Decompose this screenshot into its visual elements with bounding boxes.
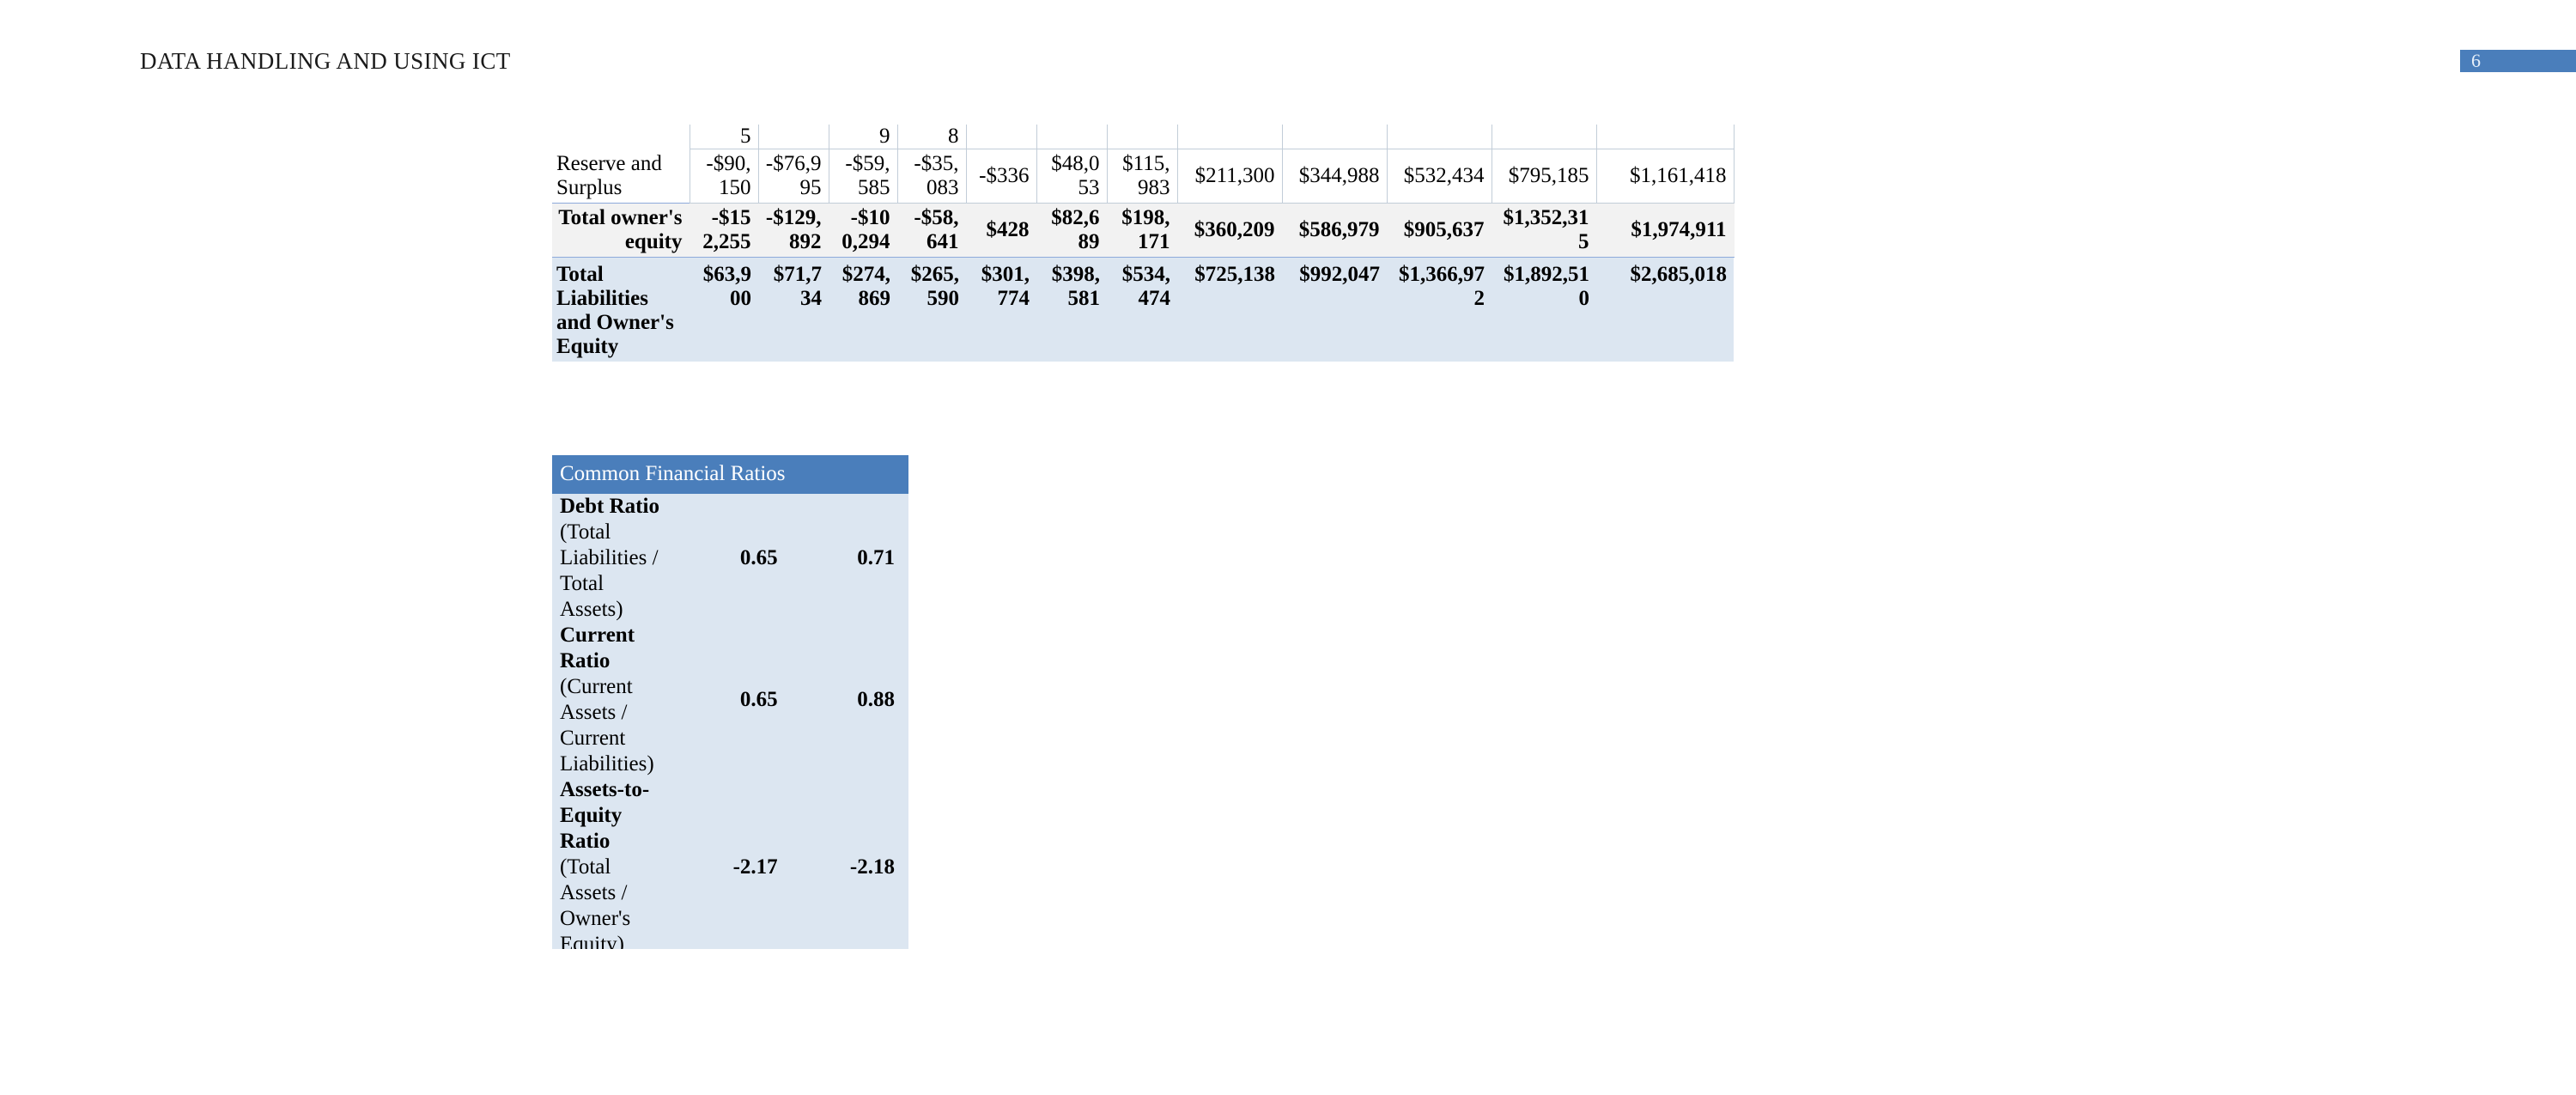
ratios-header-label: Common Financial Ratios [552,455,908,494]
page-number-banner: 6 [2460,50,2576,72]
cell-reserve-11: $1,161,418 [1595,149,1735,204]
cell-continued-6 [1106,125,1178,149]
cell-reserve-9: $532,434 [1386,149,1492,204]
ratio-label-current-ratio: Current Ratio (Current Assets / Current … [552,623,671,777]
cell-continued-8 [1281,125,1388,149]
cell-continued-11 [1595,125,1735,149]
ratio-formula-debt-ratio: (Total Liabilities / Total Assets) [560,520,659,621]
cell-ownerseq-7: $360,209 [1176,203,1283,258]
ratio-title-assets-to-equity-ratio: Assets-to-Equity Ratio [560,777,650,853]
cell-grandtotal-7: $725,138 [1177,257,1282,362]
ratio-label-debt-ratio: Debt Ratio (Total Liabilities / Total As… [552,494,671,623]
cell-grandtotal-2: $274,869 [829,257,897,362]
cell-ownerseq-9: $905,637 [1386,203,1492,258]
cell-reserve-4: -$336 [965,149,1037,204]
ratio-formula-current-ratio: (Current Assets / Current Liabilities) [560,674,654,776]
cell-reserve-10: $795,185 [1491,149,1597,204]
cell-grandtotal-3: $265,590 [897,257,966,362]
cell-grandtotal-5: $398,581 [1036,257,1107,362]
row-label-total-liabilities-and-owners-equity: Total Liabilities and Owner's Equity [552,257,690,362]
cell-reserve-2: -$59,585 [828,149,898,204]
ratio-value1-assets-to-equity-ratio: -2.17 [732,855,778,879]
cell-continued-label [552,125,690,149]
cell-continued-2: 9 [828,125,898,149]
cell-reserve-1: -$76,995 [757,149,829,204]
cell-ownerseq-10: $1,352,315 [1491,203,1597,258]
cell-grandtotal-9: $1,366,972 [1387,257,1492,362]
cell-ownerseq-0: -$152,255 [689,203,759,258]
ratios-header-row: Common Financial Ratios [552,455,908,494]
table-row-reserve-and-surplus: Reserve and Surplus -$90,150 -$76,995 -$… [552,149,1735,204]
table-row-continued: 5 9 8 [552,125,1735,149]
cell-ownerseq-6: $198,171 [1106,203,1178,258]
ratio-label-assets-to-equity-ratio: Assets-to-Equity Ratio (Total Assets / O… [552,777,671,950]
cell-ownerseq-11: $1,974,911 [1595,203,1735,258]
page-title: DATA HANDLING AND USING ICT [140,48,511,74]
cell-ownerseq-8: $586,979 [1281,203,1388,258]
cell-ownerseq-3: -$58,641 [896,203,967,258]
cell-reserve-6: $115,983 [1106,149,1178,204]
cell-continued-1 [757,125,829,149]
ratio-value2-assets-to-equity-ratio: -2.18 [849,855,895,879]
cell-grandtotal-1: $71,734 [758,257,829,362]
cell-reserve-0: -$90,150 [689,149,759,204]
ratio-row-current-ratio: Current Ratio (Current Assets / Current … [552,623,908,777]
balance-sheet-table: 5 9 8 Reserve and Surplus -$90,150 -$76,… [552,125,1735,362]
ratio-value1-current-ratio: 0.65 [739,687,778,711]
cell-continued-3: 8 [896,125,967,149]
ratio-formula-assets-to-equity-ratio: (Total Assets / Owner's Equity) [560,855,631,950]
cell-ownerseq-1: -$129,892 [757,203,829,258]
cell-grandtotal-8: $992,047 [1282,257,1387,362]
ratio-title-debt-ratio: Debt Ratio [560,494,659,518]
financial-ratios-table: Common Financial Ratios Debt Ratio (Tota… [552,455,908,949]
cell-continued-0: 5 [689,125,759,149]
cell-continued-10 [1491,125,1597,149]
cell-ownerseq-4: $428 [965,203,1037,258]
page-number: 6 [2471,50,2481,71]
row-label-total-owners-equity: Total owner's equity [552,203,690,258]
cell-grandtotal-6: $534,474 [1107,257,1177,362]
financial-ratios-panel: Common Financial Ratios Debt Ratio (Tota… [552,455,908,949]
cell-continued-4 [965,125,1037,149]
cell-ownerseq-2: -$100,294 [828,203,898,258]
cell-reserve-7: $211,300 [1176,149,1283,204]
ratio-value2-current-ratio: 0.88 [857,687,895,711]
ratio-title-current-ratio: Current Ratio [560,623,635,672]
cell-ownerseq-5: $82,689 [1036,203,1108,258]
cell-reserve-3: -$35,083 [896,149,967,204]
cell-grandtotal-10: $1,892,510 [1492,257,1596,362]
cell-grandtotal-4: $301,774 [966,257,1036,362]
table-row-total-owners-equity: Total owner's equity -$152,255 -$129,892… [552,203,1735,258]
cell-grandtotal-11: $2,685,018 [1596,257,1734,362]
cell-grandtotal-0: $63,900 [690,257,758,362]
ratio-row-debt-ratio: Debt Ratio (Total Liabilities / Total As… [552,494,908,623]
cell-continued-7 [1176,125,1283,149]
table-row-total-liabilities-and-owners-equity: Total Liabilities and Owner's Equity $63… [552,257,1734,362]
ratio-value1-debt-ratio: 0.65 [739,545,778,569]
cell-continued-9 [1386,125,1492,149]
ratio-row-assets-to-equity-ratio: Assets-to-Equity Ratio (Total Assets / O… [552,777,908,950]
row-label-reserve-and-surplus: Reserve and Surplus [552,149,690,204]
cell-reserve-8: $344,988 [1281,149,1388,204]
ratio-value2-debt-ratio: 0.71 [857,545,895,569]
cell-continued-5 [1036,125,1108,149]
cell-reserve-5: $48,053 [1036,149,1108,204]
